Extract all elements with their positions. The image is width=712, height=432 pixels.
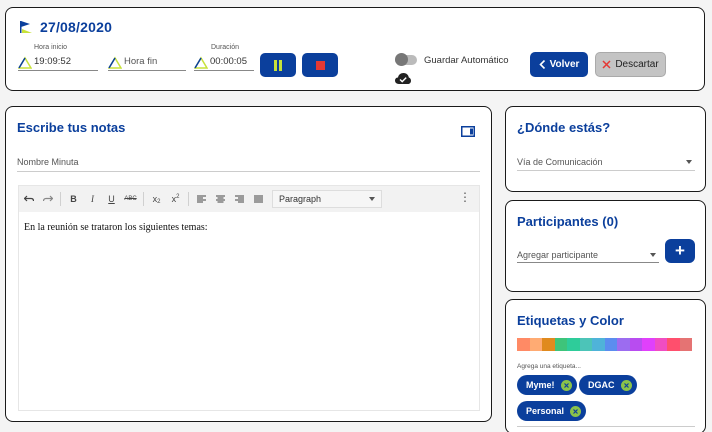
color-swatch[interactable]	[604, 338, 617, 351]
color-swatch[interactable]	[554, 338, 567, 351]
end-time-placeholder: Hora fin	[124, 56, 158, 67]
toolbar-divider	[60, 192, 61, 206]
redo-icon[interactable]	[38, 190, 57, 209]
remove-tag-icon[interactable]	[570, 405, 582, 417]
notes-card: Escribe tus notas Nombre Minuta B I U AB…	[5, 106, 492, 422]
participants-card: Participantes (0) Agregar participante +	[505, 200, 706, 292]
location-title: ¿Dónde estás?	[517, 120, 611, 135]
date-row: 27/08/2020	[18, 19, 112, 35]
tag-chip[interactable]: DGAC	[579, 375, 637, 395]
align-center-icon[interactable]	[211, 190, 230, 209]
bold-icon[interactable]: B	[64, 190, 83, 209]
remove-tag-icon[interactable]	[560, 379, 572, 391]
discard-button[interactable]: Descartar	[595, 52, 666, 77]
color-swatch[interactable]	[679, 338, 692, 351]
clock-icon	[108, 56, 122, 69]
color-swatch[interactable]	[517, 338, 530, 351]
strikethrough-icon[interactable]: ABC	[121, 190, 140, 209]
tags-title: Etiquetas y Color	[517, 313, 624, 328]
clock-icon	[18, 56, 32, 69]
color-swatch[interactable]	[592, 338, 605, 351]
align-justify-icon[interactable]	[249, 190, 268, 209]
duration-label: Duración	[211, 44, 240, 51]
chevron-down-icon[interactable]	[650, 253, 656, 257]
chevron-left-icon	[538, 60, 545, 69]
add-participant-button[interactable]: +	[665, 239, 695, 263]
toolbar-divider	[143, 192, 144, 206]
discard-label: Descartar	[615, 59, 659, 70]
align-right-icon[interactable]	[230, 190, 249, 209]
rich-text-editor[interactable]: B I U ABC x2 x2 Paragraph ⋮ En la reunió…	[18, 185, 480, 411]
cloud-done-icon	[395, 73, 411, 84]
editor-toolbar: B I U ABC x2 x2 Paragraph ⋮	[19, 186, 479, 212]
undo-icon[interactable]	[19, 190, 38, 209]
color-swatch[interactable]	[667, 338, 680, 351]
duration-underline	[194, 70, 254, 71]
tag-chip[interactable]: Personal	[517, 401, 587, 421]
more-vert-icon[interactable]: ⋮	[459, 190, 471, 204]
color-swatch[interactable]	[654, 338, 667, 351]
add-participant-input[interactable]: Agregar participante	[517, 250, 598, 260]
color-swatch[interactable]	[567, 338, 580, 351]
editor-content[interactable]: En la reunión se trataron los siguientes…	[24, 222, 208, 233]
color-swatch[interactable]	[579, 338, 592, 351]
subscript-icon[interactable]: x2	[147, 190, 166, 209]
flag-icon	[20, 21, 32, 33]
italic-icon[interactable]: I	[83, 190, 102, 209]
autosave-label: Guardar Automático	[424, 55, 509, 66]
chevron-down-icon	[369, 197, 375, 201]
tags-underline	[517, 426, 695, 427]
notes-title: Escribe tus notas	[17, 120, 126, 135]
pause-button[interactable]	[260, 53, 296, 77]
pause-icon	[274, 59, 282, 71]
back-button[interactable]: Volver	[530, 52, 588, 77]
stop-icon	[315, 60, 325, 70]
autosave-toggle[interactable]	[395, 53, 417, 66]
session-date: 27/08/2020	[40, 19, 113, 35]
color-swatch[interactable]	[642, 338, 655, 351]
superscript-icon[interactable]: x2	[166, 190, 185, 209]
underline-icon[interactable]: U	[102, 190, 121, 209]
tag-chip-label: DGAC	[588, 380, 615, 390]
color-swatch[interactable]	[629, 338, 642, 351]
tag-chip[interactable]: Myme!	[517, 375, 577, 395]
add-participant-underline	[517, 262, 659, 263]
back-label: Volver	[549, 59, 580, 70]
start-time-label: Hora inicio	[34, 44, 68, 51]
participants-title: Participantes (0)	[517, 214, 619, 229]
session-header: 27/08/2020 Hora inicio 19:09:52 Hora fin…	[5, 7, 705, 91]
tags-card: Etiquetas y Color Agrega una etiqueta...…	[505, 299, 706, 432]
color-palette	[517, 338, 692, 351]
communication-underline	[517, 170, 695, 171]
color-swatch[interactable]	[529, 338, 542, 351]
remove-tag-icon[interactable]	[620, 379, 632, 391]
video-icon[interactable]	[461, 126, 475, 137]
end-time-underline	[108, 70, 186, 71]
stop-button[interactable]	[302, 53, 338, 77]
clock-icon	[194, 56, 208, 69]
color-swatch[interactable]	[542, 338, 555, 351]
toggle-knob	[395, 53, 408, 66]
chevron-down-icon[interactable]	[686, 160, 692, 164]
block-format-value: Paragraph	[279, 194, 322, 204]
close-icon	[602, 60, 611, 69]
duration-value: 00:00:05	[210, 56, 247, 67]
start-time-underline	[18, 70, 98, 71]
communication-select[interactable]: Vía de Comunicación	[517, 157, 603, 167]
add-tag-input[interactable]: Agrega una etiqueta...	[517, 363, 581, 370]
color-swatch[interactable]	[617, 338, 630, 351]
block-format-select[interactable]: Paragraph	[272, 190, 382, 208]
tag-chip-label: Personal	[526, 406, 565, 416]
location-card: ¿Dónde estás? Vía de Comunicación	[505, 106, 706, 192]
toolbar-divider	[188, 192, 189, 206]
align-left-icon[interactable]	[192, 190, 211, 209]
minute-name-underline	[17, 171, 480, 172]
tag-chip-label: Myme!	[526, 380, 555, 390]
minute-name-input[interactable]: Nombre Minuta	[17, 157, 79, 167]
start-time-value: 19:09:52	[34, 56, 71, 67]
